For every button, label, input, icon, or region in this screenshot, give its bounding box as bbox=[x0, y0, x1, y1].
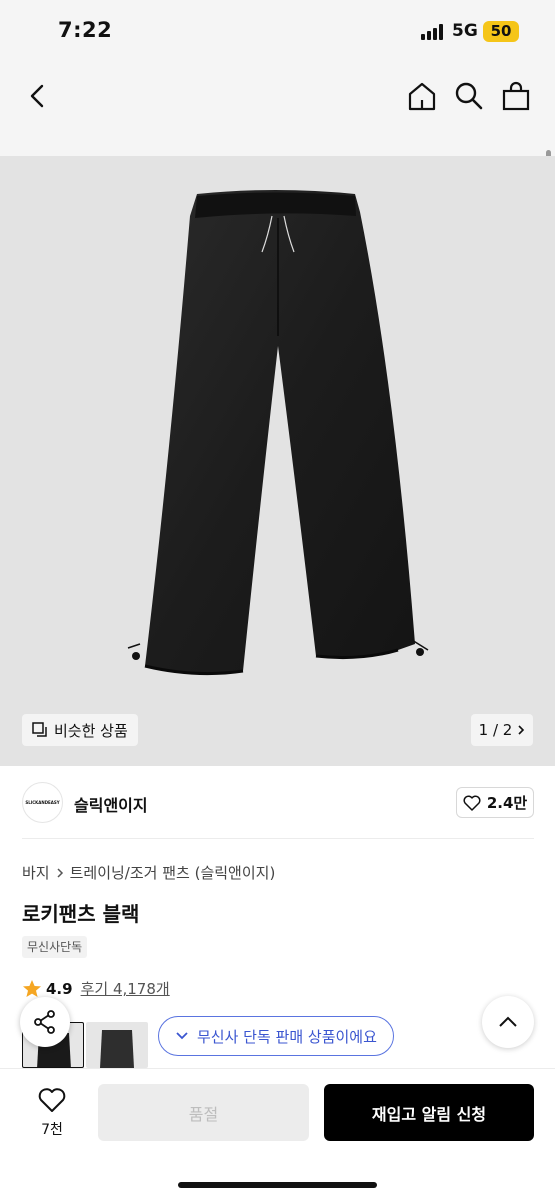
top-navbar bbox=[0, 62, 555, 288]
product-image[interactable]: 비슷한 상품 1 / 2 bbox=[0, 156, 555, 766]
page-indicator-text: 1 / 2 bbox=[478, 721, 513, 739]
share-icon bbox=[34, 1010, 55, 1034]
color-thumbnail[interactable] bbox=[86, 1022, 148, 1068]
status-bar: 7:22 5G 50 bbox=[0, 0, 555, 62]
brand-logo[interactable]: SLICKANDEASY bbox=[22, 782, 63, 823]
rating-row: 4.9 후기 4,178개 bbox=[22, 978, 170, 999]
search-icon[interactable] bbox=[453, 80, 485, 112]
rating-score: 4.9 bbox=[46, 979, 73, 998]
image-page-indicator[interactable]: 1 / 2 bbox=[471, 714, 533, 746]
chevron-right-icon bbox=[57, 867, 63, 878]
chevron-up-icon bbox=[499, 1016, 517, 1027]
reviews-link[interactable]: 후기 4,178개 bbox=[81, 978, 170, 999]
divider bbox=[22, 838, 534, 839]
exclusive-notice[interactable]: 무신사 단독 판매 상품이에요 bbox=[158, 1016, 394, 1056]
network-label: 5G bbox=[452, 21, 478, 41]
battery-icon: 50 bbox=[483, 21, 519, 42]
brand-row[interactable]: SLICKANDEASY 슬릭앤이지 2.4만 bbox=[22, 782, 534, 824]
wishlist-count: 7천 bbox=[41, 1122, 63, 1138]
home-indicator bbox=[178, 1182, 377, 1188]
home-icon[interactable] bbox=[406, 80, 438, 112]
exclusive-tag: 무신사단독 bbox=[22, 936, 88, 958]
thumbnail-image bbox=[100, 1030, 134, 1068]
copy-icon bbox=[32, 722, 47, 737]
status-time: 7:22 bbox=[58, 18, 113, 42]
bottom-action-bar: 7천 품절 재입고 알림 신청 bbox=[0, 1068, 555, 1200]
similar-products-button[interactable]: 비슷한 상품 bbox=[22, 714, 138, 746]
chevron-right-icon bbox=[518, 725, 525, 735]
chevron-down-icon bbox=[176, 1032, 188, 1040]
pants-image bbox=[127, 190, 429, 676]
breadcrumb: 바지 트레이닝/조거 팬츠 (슬릭앤이지) bbox=[22, 862, 275, 883]
product-title: 로키팬츠 블랙 bbox=[22, 902, 140, 926]
restock-alert-button[interactable]: 재입고 알림 신청 bbox=[324, 1084, 534, 1141]
back-icon[interactable] bbox=[22, 80, 54, 112]
similar-products-label: 비슷한 상품 bbox=[54, 721, 128, 740]
soldout-button[interactable]: 품절 bbox=[98, 1084, 309, 1141]
wishlist-button[interactable]: 7천 bbox=[28, 1087, 76, 1139]
brand-name[interactable]: 슬릭앤이지 bbox=[74, 792, 148, 816]
breadcrumb-item[interactable]: 바지 bbox=[22, 862, 50, 883]
brand-like-button[interactable]: 2.4만 bbox=[456, 787, 534, 818]
bag-icon[interactable] bbox=[500, 80, 532, 112]
brand-like-count: 2.4만 bbox=[486, 794, 528, 812]
breadcrumb-item[interactable]: 트레이닝/조거 팬츠 (슬릭앤이지) bbox=[70, 862, 276, 883]
share-button[interactable] bbox=[20, 997, 70, 1047]
exclusive-notice-text: 무신사 단독 판매 상품이에요 bbox=[197, 1027, 377, 1046]
heart-icon bbox=[463, 795, 481, 811]
signal-icon bbox=[421, 24, 443, 40]
star-icon bbox=[23, 979, 41, 997]
scroll-top-button[interactable] bbox=[482, 996, 534, 1048]
heart-icon bbox=[38, 1088, 66, 1112]
